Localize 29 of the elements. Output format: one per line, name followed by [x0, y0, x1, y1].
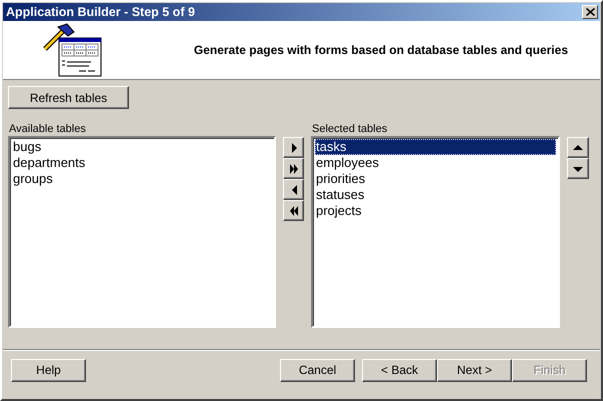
refresh-tables-button[interactable]: Refresh tables: [8, 86, 129, 109]
double-left-arrow-icon: [288, 204, 298, 216]
wizard-button[interactable]: < Back: [362, 358, 437, 382]
selected-tables-label: Selected tables: [312, 123, 388, 136]
list-item[interactable]: employees: [315, 155, 556, 171]
move-down-button[interactable]: [567, 158, 589, 179]
wizard-button[interactable]: Cancel: [280, 358, 355, 382]
list-item[interactable]: departments: [12, 155, 272, 171]
help-button[interactable]: Help: [11, 358, 86, 382]
remove-all-button[interactable]: [283, 200, 304, 221]
list-item[interactable]: projects: [315, 203, 556, 219]
add-all-button[interactable]: [283, 158, 304, 179]
list-item[interactable]: priorities: [315, 171, 556, 187]
list-item[interactable]: statuses: [315, 187, 556, 203]
double-right-arrow-icon: [288, 162, 298, 174]
selected-tables-list[interactable]: tasks employees priorities statuses projects: [311, 136, 560, 328]
step-description: Generate pages with forms based on database tables and queries: [192, 43, 569, 57]
move-up-button[interactable]: [567, 137, 589, 158]
wizard-button[interactable]: Next >: [437, 358, 512, 382]
list-item[interactable]: bugs: [12, 139, 272, 155]
list-item[interactable]: groups: [12, 171, 272, 187]
add-button[interactable]: [283, 137, 304, 158]
close-button[interactable]: [582, 5, 598, 19]
list-item[interactable]: tasks: [315, 139, 556, 155]
available-tables-label: Available tables: [9, 123, 87, 136]
window-title: Application Builder - Step 5 of 9: [6, 5, 195, 19]
available-tables-list[interactable]: bugs departments groups: [8, 136, 276, 328]
close-icon: [586, 8, 594, 16]
remove-button[interactable]: [283, 179, 304, 200]
